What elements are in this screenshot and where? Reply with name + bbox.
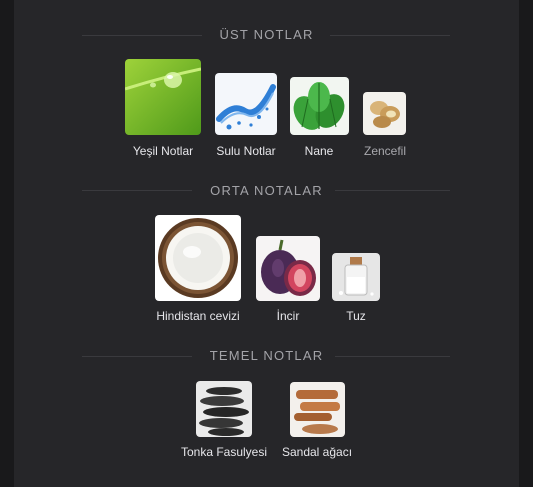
tonka-bean-icon	[196, 381, 252, 437]
green-leaf-dewdrop-icon	[125, 59, 201, 135]
note-label: Zencefil	[363, 144, 407, 158]
sandalwood-icon	[290, 382, 345, 437]
note-label: Nane	[304, 144, 334, 158]
top-notes-heading: ÜST NOTLAR	[219, 27, 314, 42]
base-notes-heading: TEMEL NOTLAR	[209, 348, 324, 363]
section-divider-right	[330, 35, 450, 36]
note-label: Tonka Fasulyesi	[180, 445, 268, 459]
note-label: Yeşil Notlar	[132, 144, 194, 158]
mint-leaves-icon	[290, 77, 349, 135]
ginger-root-icon	[363, 92, 406, 135]
coconut-icon	[155, 215, 241, 301]
fig-icon	[256, 236, 320, 301]
note-label: Sulu Notlar	[216, 144, 276, 158]
middle-notes-heading: ORTA NOTALAR	[210, 183, 323, 198]
water-splash-icon	[215, 73, 277, 135]
section-divider-right	[335, 356, 450, 357]
note-label: İncir	[276, 309, 300, 323]
salt-jar-icon	[332, 253, 380, 301]
note-label: Tuz	[346, 309, 366, 323]
note-label: Hindistan cevizi	[156, 309, 240, 323]
section-divider-right	[335, 190, 450, 191]
note-label: Sandal ağacı	[281, 445, 353, 459]
